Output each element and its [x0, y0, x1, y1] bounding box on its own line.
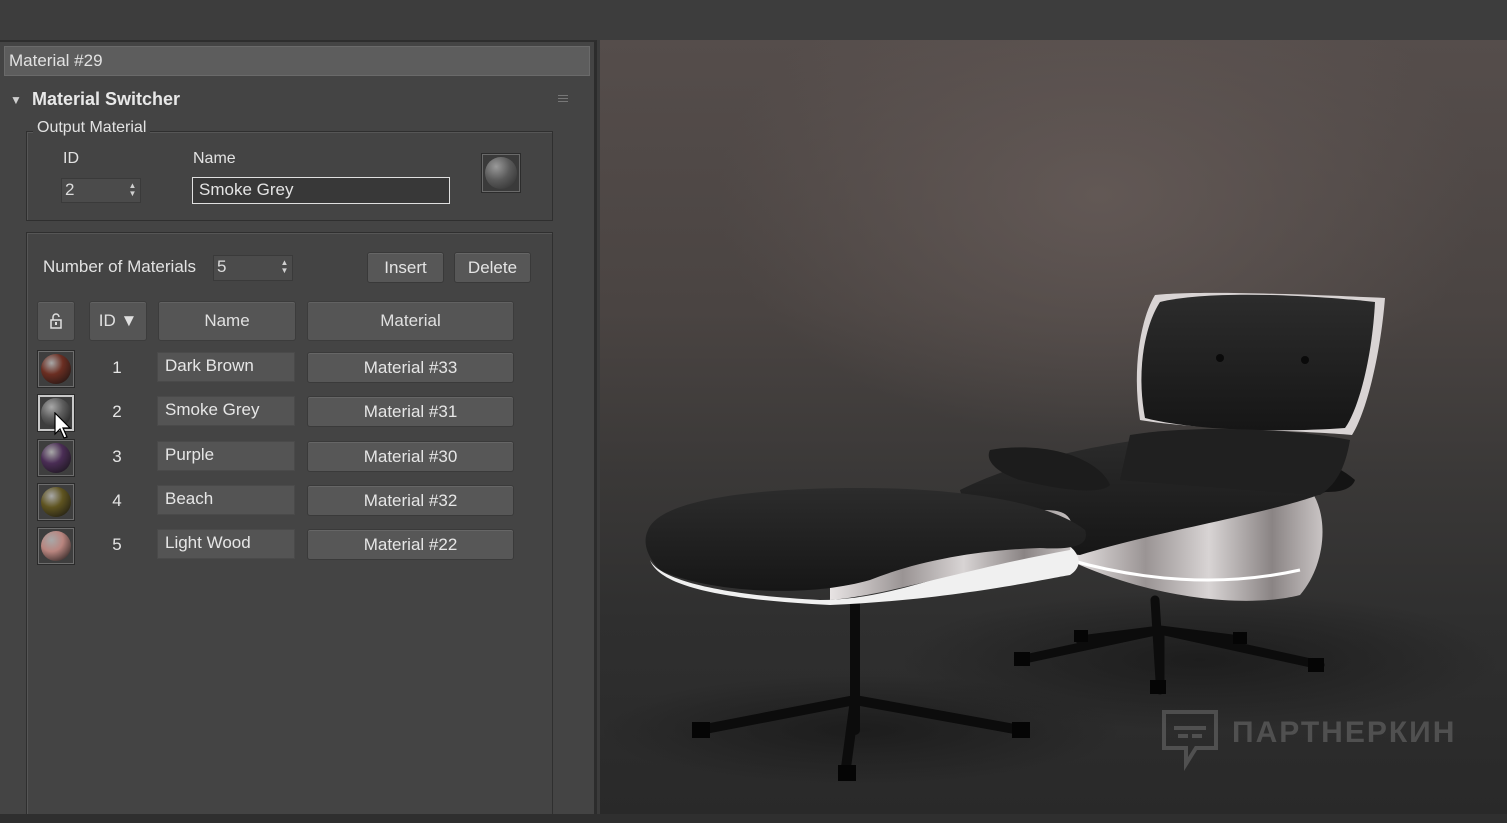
- number-of-materials-label: Number of Materials: [43, 257, 197, 276]
- spinner-arrows-icon[interactable]: ▲ ▼: [280, 259, 289, 275]
- material-sphere: [41, 487, 71, 517]
- lock-toggle-button[interactable]: [37, 301, 75, 341]
- row-material-button[interactable]: Material #22: [307, 529, 514, 560]
- lock-icon: [50, 313, 62, 329]
- table-row: 4 Beach Material #32: [27, 483, 554, 523]
- material-sphere: [41, 531, 71, 561]
- material-sphere: [41, 443, 71, 473]
- row-material-button[interactable]: Material #31: [307, 396, 514, 427]
- row-material-button[interactable]: Material #32: [307, 485, 514, 516]
- output-id-label: ID: [63, 150, 79, 167]
- material-sphere: [41, 398, 71, 428]
- output-material-swatch-button[interactable]: [481, 153, 521, 193]
- row-id: 4: [112, 491, 122, 510]
- material-swatch-button[interactable]: [37, 439, 75, 477]
- output-name-label: Name: [193, 150, 236, 167]
- bottom-status-strip: [0, 814, 1507, 823]
- number-of-materials-value: 5: [217, 257, 227, 276]
- row-name-field[interactable]: Light Wood: [157, 529, 295, 559]
- table-row: 3 Purple Material #30: [27, 439, 554, 479]
- table-row: 2 Smoke Grey Material #31: [27, 394, 554, 434]
- material-swatch-button[interactable]: [37, 350, 75, 388]
- output-id-value: 2: [65, 180, 75, 199]
- output-material-legend: Output Material: [33, 119, 151, 137]
- material-swatch-button[interactable]: [37, 394, 75, 432]
- insert-button[interactable]: Insert: [367, 252, 444, 283]
- rollout-grip-icon[interactable]: [558, 95, 568, 104]
- watermark: ПАРТНЕРКИН: [1160, 708, 1480, 772]
- watermark-text: ПАРТНЕРКИН: [1232, 716, 1457, 749]
- table-row: 5 Light Wood Material #22: [27, 527, 554, 567]
- row-id: 3: [112, 447, 122, 466]
- collapse-arrow-icon[interactable]: ▼: [10, 93, 22, 107]
- row-id: 5: [112, 535, 122, 554]
- material-parameters-panel: Material #29 ▼ Material Switcher Output …: [0, 40, 597, 822]
- material-column-header[interactable]: Material: [307, 301, 514, 341]
- top-toolbar: [0, 0, 1507, 40]
- id-column-header[interactable]: ID ▼: [89, 301, 147, 341]
- output-name-field[interactable]: Smoke Grey: [192, 177, 450, 204]
- material-sphere: [41, 354, 71, 384]
- output-material-sphere: [485, 157, 517, 189]
- row-id: 2: [112, 402, 122, 421]
- table-row: 1 Dark Brown Material #33: [27, 350, 554, 390]
- output-material-group: Output Material ID Name 2 ▲ ▼ Smoke Grey: [26, 119, 553, 221]
- row-material-button[interactable]: Material #30: [307, 441, 514, 472]
- row-name-field[interactable]: Smoke Grey: [157, 396, 295, 426]
- render-viewport[interactable]: ПАРТНЕРКИН: [600, 40, 1507, 814]
- row-id: 1: [112, 358, 122, 377]
- material-switcher-rollout-header[interactable]: ▼ Material Switcher: [8, 89, 578, 113]
- row-name-field[interactable]: Dark Brown: [157, 352, 295, 382]
- row-material-button[interactable]: Material #33: [307, 352, 514, 383]
- material-swatch-button[interactable]: [37, 483, 75, 521]
- spinner-arrows-icon[interactable]: ▲ ▼: [128, 182, 137, 198]
- watermark-logo-icon: [1162, 710, 1218, 771]
- row-name-field[interactable]: Purple: [157, 441, 295, 471]
- delete-button[interactable]: Delete: [454, 252, 531, 283]
- row-name-field[interactable]: Beach: [157, 485, 295, 515]
- material-swatch-button[interactable]: [37, 527, 75, 565]
- lounge-chair-render: [600, 292, 1500, 785]
- rollout-title: Material Switcher: [32, 89, 181, 109]
- name-column-header[interactable]: Name: [158, 301, 296, 341]
- output-id-spinner[interactable]: 2 ▲ ▼: [61, 178, 141, 203]
- number-of-materials-spinner[interactable]: 5 ▲ ▼: [213, 255, 293, 281]
- materials-list-group: Number of Materials 5 ▲ ▼ Insert Delete I…: [26, 232, 553, 822]
- material-name-field[interactable]: Material #29: [4, 46, 590, 76]
